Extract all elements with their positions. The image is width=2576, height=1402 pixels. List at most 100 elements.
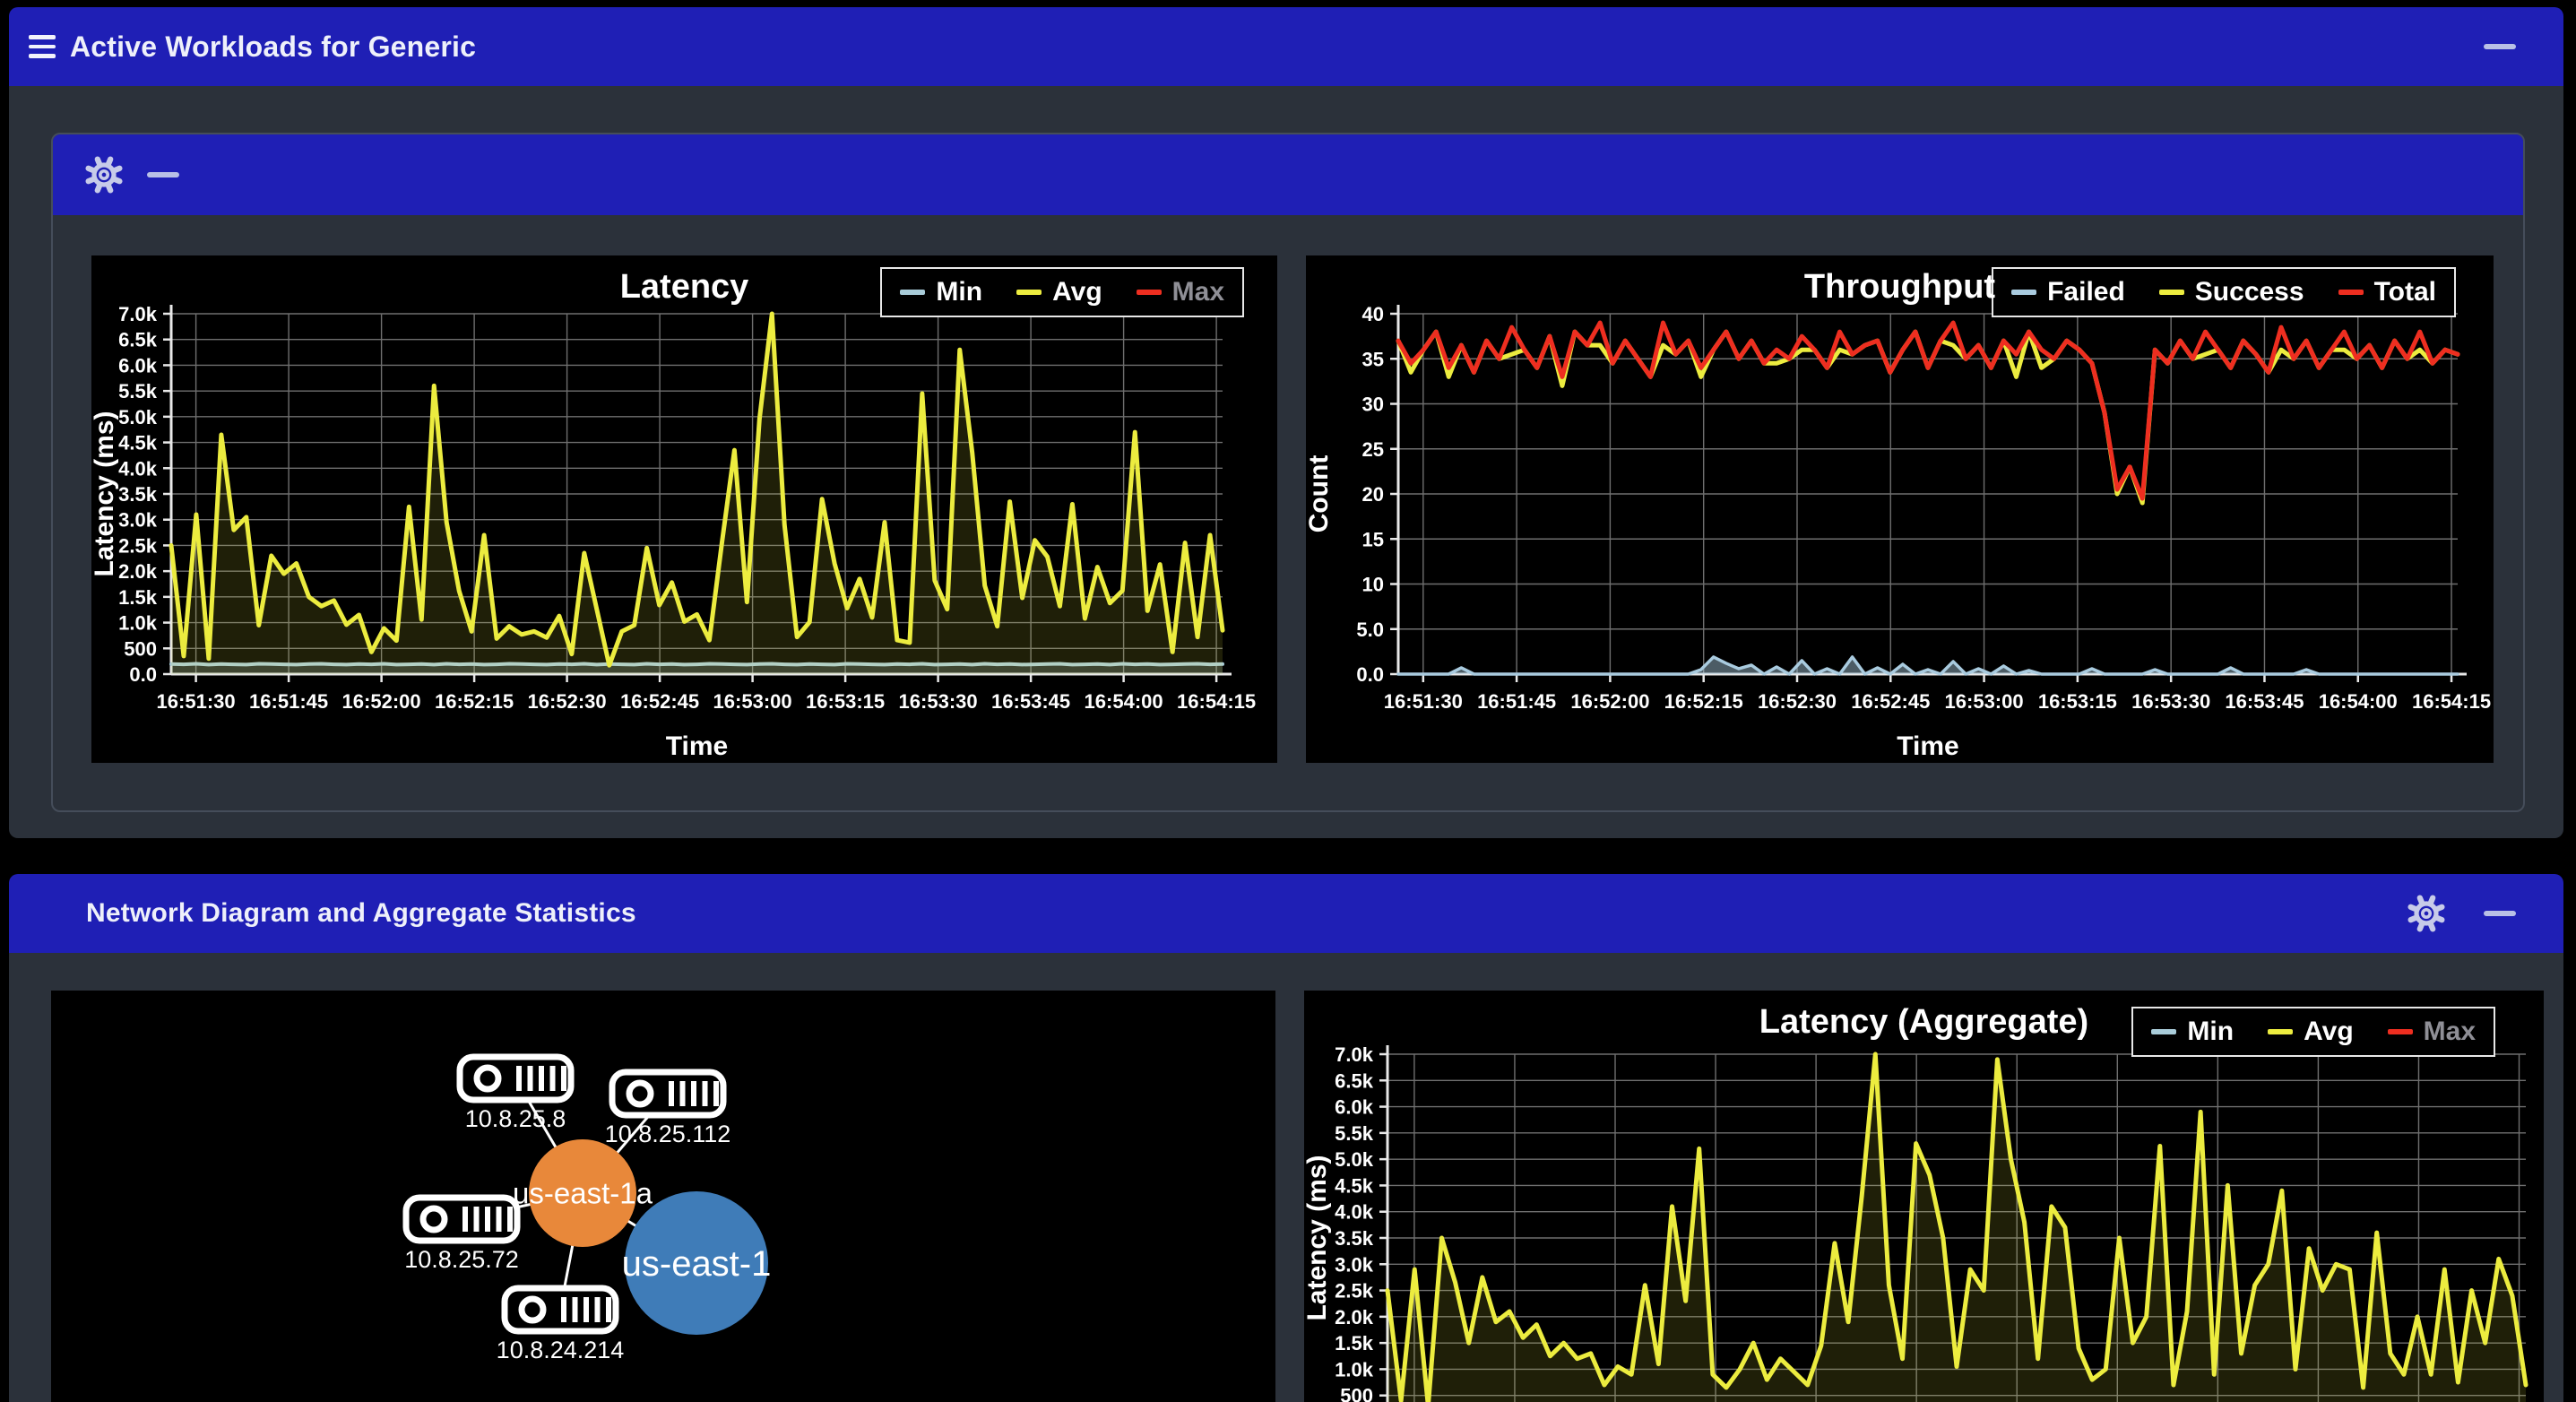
host-label: 10.8.24.214 [497, 1337, 625, 1363]
y-tick-label: 3.5k [118, 483, 158, 506]
x-tick-label: 16:51:30 [1384, 690, 1463, 713]
chart-legend: Min Avg Max [880, 267, 1244, 317]
network-diagram-canvas: 10.8.25.8 10.8.25.112 10.8.25.72 10.8.24.21… [402, 1053, 772, 1363]
x-tick-label: 16:53:45 [991, 690, 1070, 713]
x-tick-label: 16:52:00 [1570, 690, 1649, 713]
host-node-10.8.24.214[interactable]: 10.8.24.214 [497, 1285, 625, 1363]
x-tick-label: 16:51:45 [1477, 690, 1556, 713]
y-tick-label: 40 [1362, 303, 1384, 325]
y-tick-label: 6.5k [1335, 1069, 1374, 1092]
y-tick-label: 25 [1362, 438, 1384, 461]
chart-legend: Min Avg Max [2131, 1007, 2495, 1057]
host-node-10.8.25.112[interactable]: 10.8.25.112 [605, 1069, 731, 1147]
y-tick-label: 6.0k [1335, 1096, 1374, 1119]
y-tick-label: 4.0k [1335, 1201, 1374, 1224]
section2-title: Network Diagram and Aggregate Statistics [86, 898, 636, 928]
legend-item-success[interactable]: Success [2158, 277, 2304, 307]
x-tick-label: 16:51:45 [249, 690, 328, 713]
legend-label: Avg [1052, 277, 1102, 307]
host-label: 10.8.25.112 [605, 1121, 731, 1147]
y-tick-label: 5.0 [1356, 619, 1384, 641]
legend-swatch [900, 290, 926, 295]
y-tick-label: 6.0k [118, 354, 158, 376]
card-minimize-button[interactable] [146, 158, 180, 192]
legend-swatch [2011, 290, 2037, 295]
y-tick-label: 3.0k [1335, 1253, 1374, 1276]
y-tick-label: 15 [1362, 528, 1384, 550]
y-tick-label: 1.0k [118, 612, 158, 635]
y-tick-label: 2.5k [1335, 1280, 1374, 1302]
y-tick-label: 7.0k [118, 303, 158, 325]
page-title: Active Workloads for Generic [70, 30, 477, 63]
x-tick-label: 16:52:15 [1664, 690, 1743, 713]
legend-swatch [1136, 290, 1162, 295]
settings-gear-icon[interactable] [2406, 893, 2447, 934]
x-tick-label: 16:53:30 [899, 690, 978, 713]
menu-hamburger-icon[interactable] [29, 35, 56, 58]
minimize-button[interactable] [2483, 30, 2517, 64]
minus-icon [147, 172, 179, 177]
legend-label: Total [2373, 277, 2436, 307]
chart-plot: 16:51:30 16:51:45 16:52:00 16:52:15 16:52:30… [91, 303, 1256, 761]
y-tick-label: 1.5k [1335, 1332, 1374, 1354]
network-diagram: 10.8.25.8 10.8.25.112 10.8.25.72 10.8.24.21… [51, 991, 1275, 1402]
x-tick-label: 16:53:15 [806, 690, 885, 713]
host-node-10.8.25.8[interactable]: 10.8.25.8 [456, 1053, 575, 1132]
y-axis-title: Latency (ms) [1304, 1155, 1332, 1320]
y-tick-label: 20 [1362, 483, 1384, 506]
y-axis-title: Count [1306, 455, 1334, 533]
x-axis-title: Time [1897, 731, 1958, 761]
y-tick-label: 500 [1340, 1385, 1373, 1402]
legend-label: Min [936, 277, 983, 307]
legend-swatch [2387, 1029, 2413, 1034]
legend-item-min[interactable]: Min [900, 277, 982, 307]
legend-swatch [2268, 1029, 2294, 1034]
legend-item-avg[interactable]: Avg [2268, 1017, 2354, 1047]
legend-item-avg[interactable]: Avg [1016, 277, 1102, 307]
x-tick-label: 16:52:30 [1758, 690, 1837, 713]
minus-icon [2484, 911, 2516, 916]
latency-aggregate-chart: Latency (Aggregate)MinAvgMax16:51:3016:5… [1304, 991, 2544, 1402]
x-tick-label: 16:54:00 [2319, 690, 2398, 713]
legend-label: Success [2194, 277, 2304, 307]
settings-gear-icon[interactable] [83, 154, 125, 195]
minimize-button[interactable] [2483, 896, 2517, 930]
x-tick-label: 16:54:15 [2412, 690, 2491, 713]
network-panel: 10.8.25.8 10.8.25.112 10.8.25.72 10.8.24.21… [9, 953, 2563, 1402]
section2-header: Network Diagram and Aggregate Statistics [9, 874, 2563, 953]
legend-label: Avg [2304, 1017, 2354, 1046]
y-tick-label: 35 [1362, 348, 1384, 370]
workloads-panel: Latency Min Avg Max 16:51:30 16:51:45 16:52:00… [9, 86, 2563, 838]
zone-label: us-east-1a [513, 1177, 653, 1210]
legend-item-failed[interactable]: Failed [2011, 277, 2125, 307]
y-tick-label: 6.5k [118, 329, 158, 351]
x-tick-label: 16:53:45 [2225, 690, 2304, 713]
x-tick-label: 16:52:45 [1851, 690, 1930, 713]
legend-item-min[interactable]: Min [2151, 1017, 2234, 1047]
legend-label: Min [2187, 1017, 2235, 1046]
host-node-10.8.25.72[interactable]: 10.8.25.72 [402, 1194, 521, 1273]
series-total [1396, 320, 2460, 501]
x-tick-label: 16:52:30 [528, 690, 607, 713]
legend-label: Max [2423, 1017, 2476, 1046]
main-header: Active Workloads for Generic [9, 7, 2563, 86]
legend-swatch [2158, 290, 2184, 295]
y-tick-label: 2.0k [118, 560, 158, 583]
host-label: 10.8.25.8 [465, 1105, 566, 1132]
legend-swatch [2338, 290, 2364, 295]
y-tick-label: 1.0k [1335, 1358, 1374, 1380]
charts-card-toolbar [53, 134, 2523, 215]
y-tick-label: 5.5k [1335, 1122, 1374, 1145]
y-tick-label: 5.0k [1335, 1148, 1374, 1171]
y-tick-label: 0.0 [129, 663, 157, 686]
zone-label: us-east-1 [622, 1244, 772, 1284]
y-tick-label: 3.0k [118, 509, 158, 532]
y-tick-label: 3.5k [1335, 1227, 1374, 1250]
host-label: 10.8.25.72 [404, 1246, 519, 1273]
y-tick-label: 500 [124, 637, 157, 660]
legend-item-max[interactable]: Max [1136, 277, 1224, 307]
legend-item-max[interactable]: Max [2387, 1017, 2476, 1047]
legend-item-total[interactable]: Total [2338, 277, 2436, 307]
x-tick-label: 16:51:30 [157, 690, 236, 713]
charts-card: Latency Min Avg Max 16:51:30 16:51:45 16:52:00… [51, 133, 2525, 812]
